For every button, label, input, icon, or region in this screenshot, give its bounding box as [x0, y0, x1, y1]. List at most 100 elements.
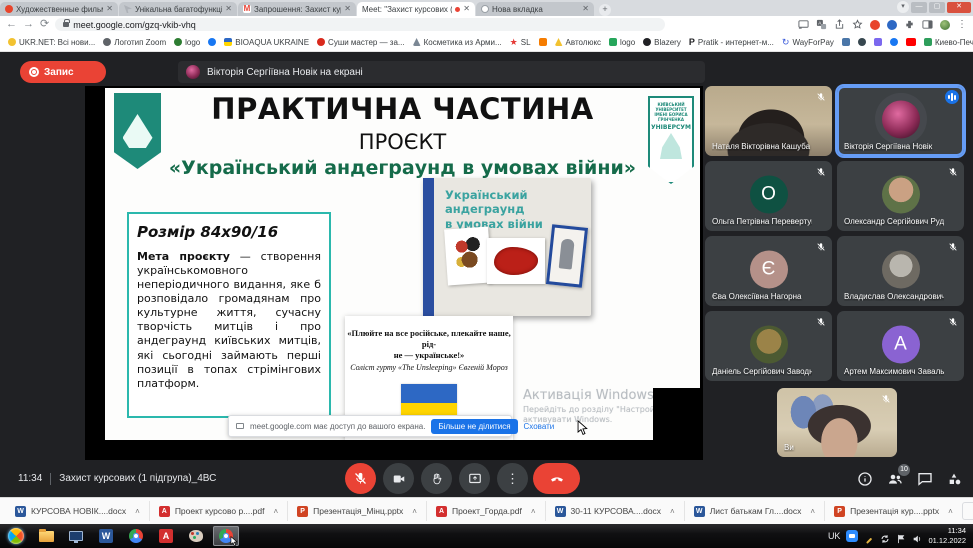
tab-new[interactable]: Нова вкладка ✕ [476, 2, 594, 16]
download-item[interactable]: W30-11 КУРСОВА....docx˄ [546, 501, 685, 521]
chevron-up-icon[interactable]: ˄ [135, 507, 140, 516]
tab-close-icon[interactable]: ✕ [582, 5, 589, 13]
download-item[interactable]: AПроект_Горда.pdf˄ [427, 501, 546, 521]
back-icon[interactable]: ← [6, 19, 17, 30]
participant-tile-kashuba[interactable]: Наталя Вікторівна Кашуба [705, 86, 832, 156]
chrome-menu-icon[interactable]: ⋮ [957, 20, 967, 30]
tab-search-chevron-icon[interactable]: ▾ [897, 1, 909, 13]
zoom-tray-icon[interactable] [846, 530, 858, 542]
bookmark-star[interactable]: ★SL [510, 37, 531, 48]
share-icon[interactable] [834, 19, 845, 30]
volume-tray-icon[interactable] [912, 531, 922, 541]
bookmark-star-icon[interactable] [852, 19, 863, 30]
participant-tile-zavodnyi[interactable]: Даніель Сергійович Заводний [705, 311, 832, 381]
taskbar-clock[interactable]: 11:34 01.12.2022 [928, 526, 966, 546]
participant-tile-rudnyk[interactable]: Олександр Сергійович Рудн... [837, 161, 964, 231]
flag-tray-icon[interactable] [896, 531, 906, 541]
chevron-up-icon[interactable]: ˄ [948, 507, 953, 516]
maximize-button[interactable]: ▢ [929, 2, 945, 13]
download-item[interactable]: PПрезентація кур....pptx˄ [825, 501, 962, 521]
new-tab-button[interactable]: + [599, 4, 611, 16]
bookmark-pratik[interactable]: PPratik - интернет-м... [689, 37, 774, 47]
word-button[interactable]: W [93, 526, 119, 546]
activities-icon[interactable] [947, 471, 963, 487]
bookmark-kosmetika[interactable]: Косметика из Арми... [413, 38, 502, 47]
acrobat-button[interactable]: A [153, 526, 179, 546]
bookmark-orange[interactable] [539, 38, 547, 46]
raise-hand-button[interactable] [421, 463, 452, 494]
chat-icon[interactable] [917, 471, 933, 487]
chevron-up-icon[interactable]: ˄ [412, 507, 417, 516]
explorer-button[interactable] [33, 526, 59, 546]
bookmark-zoom[interactable]: Логотип Zoom [103, 38, 166, 47]
tab-close-icon[interactable]: ✕ [344, 5, 351, 13]
cast-icon[interactable] [798, 19, 809, 30]
bookmark-logo[interactable]: logo [174, 38, 200, 47]
participants-icon[interactable]: 10 [887, 471, 903, 487]
participant-tile-vladyslav[interactable]: Владислав Олександрович Г... [837, 236, 964, 306]
bookmark-avtolux[interactable]: Автолюкс [555, 38, 602, 47]
side-panel-icon[interactable] [922, 19, 933, 30]
chevron-up-icon[interactable]: ˄ [810, 507, 815, 516]
show-all-downloads-button[interactable]: Показати всі [962, 502, 973, 520]
paint-button[interactable] [183, 526, 209, 546]
participant-tile-zavalnyi[interactable]: А Артем Максимович Завальн... [837, 311, 964, 381]
bookmark-dark[interactable] [858, 38, 866, 46]
tab-close-icon[interactable]: ✕ [463, 5, 470, 13]
tab-gmail-invite[interactable]: M Запрошення: Захист курсових ( ✕ [238, 2, 356, 16]
translate-icon[interactable]: A [816, 19, 827, 30]
bookmark-zoom-app[interactable] [874, 38, 882, 46]
tab-close-icon[interactable]: ✕ [106, 5, 113, 13]
address-bar[interactable]: meet.google.com/gzq-vkib-vhq [55, 18, 665, 31]
chrome-active-button[interactable] [213, 526, 239, 546]
mic-button[interactable] [345, 463, 376, 494]
bookmark-logo2[interactable]: logo [609, 38, 635, 47]
more-options-button[interactable]: ⋮ [497, 463, 528, 494]
bookmark-vk[interactable] [842, 38, 850, 46]
present-button[interactable] [459, 463, 490, 494]
stop-sharing-button[interactable]: Більше не ділитися [431, 419, 517, 434]
forward-icon[interactable]: → [23, 19, 34, 30]
end-call-button[interactable] [533, 463, 580, 494]
language-indicator[interactable]: UK [828, 531, 841, 541]
chevron-up-icon[interactable]: ˄ [531, 507, 536, 516]
download-item[interactable]: PПрезентація_Мінц.pptx˄ [288, 501, 427, 521]
bookmark-sushi[interactable]: Суши мастер — за... [317, 38, 405, 47]
bookmark-lavra[interactable]: Киево-Печерская... [924, 38, 973, 47]
bookmark-bioaqua[interactable]: BIOAQUA UKRAINE [224, 38, 309, 47]
participant-tile-nahorna[interactable]: Є Єва Олексіївна Нагорна [705, 236, 832, 306]
camera-button[interactable] [383, 463, 414, 494]
extensions-puzzle-icon[interactable] [904, 19, 915, 30]
reload-icon[interactable]: ⟳ [40, 19, 49, 30]
download-item[interactable]: WКУРСОВА НОВІК....docx˄ [6, 501, 150, 521]
display-settings-button[interactable] [63, 526, 89, 546]
download-item[interactable]: WЛист батькам Гл....docx˄ [685, 501, 825, 521]
download-item[interactable]: AПроект курсово р....pdf˄ [150, 501, 288, 521]
tab-close-icon[interactable]: ✕ [225, 5, 232, 13]
close-button[interactable]: ✕ [947, 2, 971, 13]
tab-films[interactable]: Художественные фильмы про ✕ [0, 2, 118, 16]
bookmark-blazery[interactable]: Blazery [643, 38, 681, 47]
bookmark-youtube[interactable] [906, 38, 916, 46]
bookmark-fb2[interactable] [890, 38, 898, 46]
bookmark-facebook[interactable] [208, 38, 216, 46]
chrome-button[interactable] [123, 526, 149, 546]
self-view-tile[interactable]: Ви [777, 388, 897, 457]
participant-tile-novik[interactable]: Вікторія Сергіївна Новік [837, 86, 964, 156]
participant-tile-perevertun[interactable]: О Ольга Петрівна Перевертун [705, 161, 832, 231]
minimize-button[interactable]: — [911, 2, 927, 13]
chevron-up-icon[interactable]: ˄ [670, 507, 675, 516]
extension-blue-icon[interactable] [887, 20, 897, 30]
bookmark-wayforpay[interactable]: ↻WayForPay [782, 37, 834, 48]
hide-button[interactable]: Сховати [524, 422, 555, 431]
extension-red-icon[interactable] [870, 20, 880, 30]
pencil-tray-icon[interactable] [864, 531, 874, 541]
bookmark-ukrnet[interactable]: UKR.NET: Всі нови... [8, 38, 95, 47]
tab-meet-active[interactable]: Meet: "Захист курсових (1 п ✕ [357, 2, 475, 16]
sync-tray-icon[interactable] [880, 531, 890, 541]
chevron-up-icon[interactable]: ˄ [273, 507, 278, 516]
info-icon[interactable] [857, 471, 873, 487]
profile-avatar[interactable] [940, 20, 950, 30]
start-button[interactable] [3, 526, 29, 546]
tab-unikalna[interactable]: Унікальна багатофункціональн ✕ [119, 2, 237, 16]
